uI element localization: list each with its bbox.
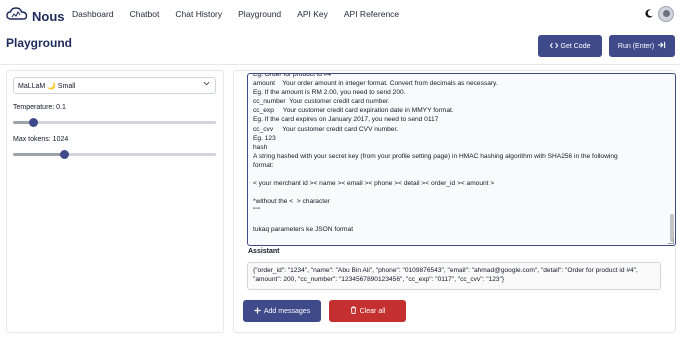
get-code-label: Get Code xyxy=(560,42,591,50)
prompt-line: amount Your order amount in integer form… xyxy=(253,80,498,88)
nav-playground[interactable]: Playground xyxy=(238,9,281,19)
prompt-line: Eg. If the amount is RM 2.00, you need t… xyxy=(253,89,406,97)
prompt-text: Eg. Order for product id #4 amount Your o… xyxy=(253,74,668,234)
prompt-line xyxy=(253,188,668,197)
nav-links: Dashboard Chatbot Chat History Playgroun… xyxy=(72,9,415,19)
prompt-line: *without the < > character xyxy=(253,198,330,206)
nav-chatbot[interactable]: Chatbot xyxy=(130,9,160,19)
prompt-line: Eg. 123 xyxy=(253,134,276,142)
prompt-line: cc_exp Your customer credit card expirat… xyxy=(253,107,454,115)
conversation-panel: Eg. Order for product id #4 amount Your o… xyxy=(233,70,676,333)
run-button[interactable]: Run (Enter) xyxy=(609,35,675,57)
page-title: Playground xyxy=(6,36,73,50)
max-tokens-slider[interactable] xyxy=(13,150,216,159)
moon-icon[interactable] xyxy=(645,9,654,20)
max-tokens-label: Max tokens: 1024 xyxy=(13,136,69,143)
settings-panel: MaLLaM 🌙 Small Temperature: 0.1 Max toke… xyxy=(6,70,224,333)
nav-dashboard[interactable]: Dashboard xyxy=(72,9,114,19)
nav-api-reference[interactable]: API Reference xyxy=(344,9,399,19)
assistant-label: Assistant xyxy=(248,248,280,255)
prompt-line: cc_cvv Your customer credit card CVV num… xyxy=(253,125,399,133)
prompt-line: A string hashed with your secret key (fr… xyxy=(253,152,618,160)
plus-icon xyxy=(254,306,261,316)
temperature-label: Temperature: 0.1 xyxy=(13,104,66,111)
get-code-button[interactable]: Get Code xyxy=(538,35,602,57)
max-tokens-slider-fill xyxy=(13,153,64,156)
header-divider xyxy=(0,64,680,65)
prompt-line: tukaq parameters ke JSON format xyxy=(253,225,354,233)
prompt-textarea[interactable]: Eg. Order for product id #4 amount Your o… xyxy=(247,73,676,246)
avatar[interactable] xyxy=(658,6,674,22)
temperature-slider[interactable] xyxy=(13,118,216,127)
trash-icon xyxy=(350,306,357,316)
prompt-line xyxy=(253,170,668,179)
top-navbar: Nous Dashboard Chatbot Chat History Play… xyxy=(0,0,680,30)
app-name: Nous xyxy=(32,9,65,24)
max-tokens-slider-thumb[interactable] xyxy=(59,150,69,159)
prompt-line xyxy=(253,216,668,225)
add-messages-label: Add messages xyxy=(263,307,311,315)
assistant-response[interactable]: {"order_id": "1234", "name": "Abu Bin Al… xyxy=(247,262,661,290)
nav-api-key[interactable]: API Key xyxy=(297,9,328,19)
code-icon xyxy=(549,42,558,51)
prompt-line: hash xyxy=(253,143,268,151)
model-select[interactable]: MaLLaM 🌙 Small xyxy=(13,77,216,94)
nav-chat-history[interactable]: Chat History xyxy=(175,9,222,19)
prompt-line: Eg. If the card expires on January 2017,… xyxy=(253,116,439,124)
logo[interactable]: Nous xyxy=(6,6,65,27)
temperature-slider-thumb[interactable] xyxy=(29,118,39,127)
model-select-value: MaLLaM 🌙 Small xyxy=(18,82,76,90)
run-label: Run (Enter) xyxy=(617,42,655,50)
clear-all-label: Clear all xyxy=(359,307,386,315)
clear-all-button[interactable]: Clear all xyxy=(329,300,406,322)
prompt-line: format: xyxy=(253,161,274,169)
add-messages-button[interactable]: Add messages xyxy=(243,300,321,322)
chevron-down-icon xyxy=(203,81,210,88)
enter-icon xyxy=(657,41,666,51)
prompt-line: cc_number Your customer credit card numb… xyxy=(253,98,390,106)
cloud-logo-icon xyxy=(6,6,28,27)
prompt-line: < your merchant id >< name >< email >< p… xyxy=(253,180,495,188)
resize-handle[interactable] xyxy=(668,238,674,244)
prompt-line: """ xyxy=(253,207,261,215)
